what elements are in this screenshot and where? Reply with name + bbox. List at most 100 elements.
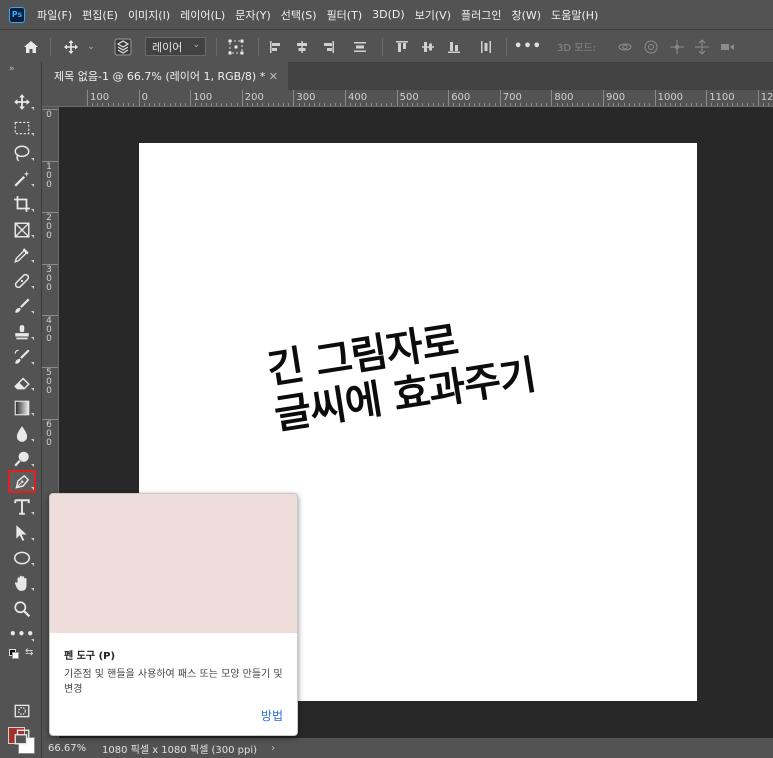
- ruler-label: 800: [554, 92, 574, 103]
- clone-stamp-tool[interactable]: [8, 320, 36, 343]
- move-icon[interactable]: [60, 30, 82, 63]
- align-right-icon[interactable]: [318, 30, 338, 63]
- ruler-minor-tick: [608, 103, 610, 106]
- menu-select[interactable]: 선택(S): [281, 7, 317, 23]
- zoom-level[interactable]: 66.67%: [48, 743, 92, 754]
- align-top-icon[interactable]: [392, 30, 412, 63]
- magic-wand-tool[interactable]: [8, 167, 36, 190]
- blur-tool[interactable]: [8, 422, 36, 445]
- eraser-tool[interactable]: [8, 371, 36, 394]
- eyedropper-tool[interactable]: [8, 243, 36, 266]
- ruler-minor-tick: [752, 103, 754, 106]
- lasso-tool[interactable]: [8, 141, 36, 164]
- ruler-minor-tick: [479, 103, 481, 106]
- zoom-tool[interactable]: [8, 597, 36, 620]
- orbit-3d-icon[interactable]: [615, 30, 635, 63]
- canvas-headline[interactable]: 긴 그림자로 글씨에 효과주기: [264, 307, 539, 439]
- marquee-tool[interactable]: [8, 116, 36, 139]
- ruler-minor-tick: [675, 103, 677, 106]
- chevron-down-icon[interactable]: ⌄: [84, 30, 98, 63]
- align-middle-icon[interactable]: [418, 30, 438, 63]
- menu-window[interactable]: 창(W): [511, 7, 541, 23]
- ruler-minor-tick: [417, 103, 419, 106]
- ruler-minor-tick: [463, 103, 465, 106]
- more-tools[interactable]: •••: [8, 622, 36, 645]
- ruler-minor-tick: [592, 103, 594, 106]
- ruler-minor-tick: [510, 103, 512, 106]
- hand-icon: [14, 575, 27, 591]
- swap-colors-icon[interactable]: ⇆: [25, 647, 33, 658]
- healing-brush-tool[interactable]: [8, 269, 36, 292]
- ruler-minor-tick: [298, 103, 300, 106]
- ruler-minor-tick: [329, 103, 331, 106]
- screen-mode-icon: [14, 729, 30, 744]
- horizontal-ruler[interactable]: 100 0 100 200 300 400 500 600 700 800 900 1000 1100 1…: [42, 90, 773, 107]
- ruler-label: 300: [46, 264, 52, 293]
- menu-3d[interactable]: 3D(D): [372, 8, 405, 21]
- home-icon[interactable]: [20, 30, 42, 63]
- gradient-tool[interactable]: [8, 396, 36, 419]
- distribute-vertical-icon[interactable]: [476, 30, 496, 63]
- align-center-icon[interactable]: [292, 30, 312, 63]
- ruler-label: 12: [760, 92, 773, 103]
- marquee-icon: [14, 121, 30, 134]
- menu-file[interactable]: 파일(F): [37, 7, 72, 23]
- align-left-icon[interactable]: [266, 30, 286, 63]
- ruler-minor-tick: [123, 103, 125, 106]
- screen-mode-button[interactable]: [8, 725, 36, 748]
- ruler-major-tick: [293, 90, 295, 106]
- menu-image[interactable]: 이미지(I): [128, 7, 170, 23]
- scale-3d-icon[interactable]: [717, 30, 737, 63]
- document-tab[interactable]: 제목 없음-1 @ 66.7% (레이어 1, RGB/8) * ✕: [42, 62, 288, 90]
- default-colors-icon[interactable]: [9, 649, 19, 659]
- auto-select-dropdown[interactable]: 레이어 ⌄: [145, 37, 206, 56]
- ruler-label: 400: [348, 92, 368, 103]
- ruler-minor-tick: [644, 103, 646, 106]
- menu-help[interactable]: 도움말(H): [551, 7, 598, 23]
- pan-3d-icon[interactable]: [667, 30, 687, 63]
- ruler-label: 900: [606, 92, 626, 103]
- menu-layer[interactable]: 레이어(L): [180, 7, 225, 23]
- crop-tool[interactable]: [8, 192, 36, 215]
- ellipse-tool[interactable]: [8, 546, 36, 569]
- ruler-minor-tick: [484, 103, 486, 106]
- type-tool[interactable]: [8, 495, 36, 518]
- zoom-icon: [14, 600, 31, 617]
- collapse-panel-icon[interactable]: »: [9, 64, 15, 74]
- pen-tool[interactable]: [8, 470, 36, 493]
- brush-tool[interactable]: [8, 294, 36, 317]
- frame-tool[interactable]: [8, 218, 36, 241]
- close-icon[interactable]: ✕: [269, 70, 278, 83]
- move-tool[interactable]: [8, 90, 36, 113]
- chevron-right-icon[interactable]: ›: [271, 743, 275, 754]
- tooltip-learn-link[interactable]: 방법: [261, 707, 283, 724]
- dodge-tool[interactable]: [8, 447, 36, 470]
- ruler-minor-tick: [112, 103, 114, 106]
- menu-edit[interactable]: 편집(E): [82, 7, 118, 23]
- photoshop-logo[interactable]: Ps: [9, 6, 25, 23]
- more-options-icon[interactable]: •••: [514, 30, 541, 63]
- ruler-minor-tick: [143, 103, 145, 106]
- stamp-icon: [15, 324, 29, 339]
- ruler-minor-tick: [350, 103, 352, 106]
- slide-3d-icon[interactable]: [692, 30, 712, 63]
- transform-controls-icon[interactable]: [225, 30, 247, 63]
- menu-view[interactable]: 보기(V): [415, 7, 451, 23]
- tooltip-preview-image: [50, 494, 297, 633]
- menu-filter[interactable]: 필터(T): [327, 7, 363, 23]
- auto-select-icon[interactable]: [112, 30, 134, 63]
- ruler-minor-tick: [742, 103, 744, 106]
- ruler-minor-tick: [504, 103, 506, 106]
- path-selection-tool[interactable]: [8, 521, 36, 544]
- quick-mask-button[interactable]: [8, 699, 36, 722]
- distribute-icon[interactable]: [350, 30, 370, 63]
- roll-3d-icon[interactable]: [641, 30, 661, 63]
- menu-plugins[interactable]: 플러그인: [461, 7, 501, 23]
- ruler-label: 400: [46, 316, 52, 345]
- history-brush-tool[interactable]: [8, 345, 36, 368]
- menubar: Ps 파일(F) 편집(E) 이미지(I) 레이어(L) 문자(Y) 선택(S)…: [0, 0, 773, 29]
- align-bottom-icon[interactable]: [444, 30, 464, 63]
- menu-type[interactable]: 문자(Y): [235, 7, 271, 23]
- hand-tool[interactable]: [8, 571, 36, 594]
- ruler-minor-tick: [618, 103, 620, 106]
